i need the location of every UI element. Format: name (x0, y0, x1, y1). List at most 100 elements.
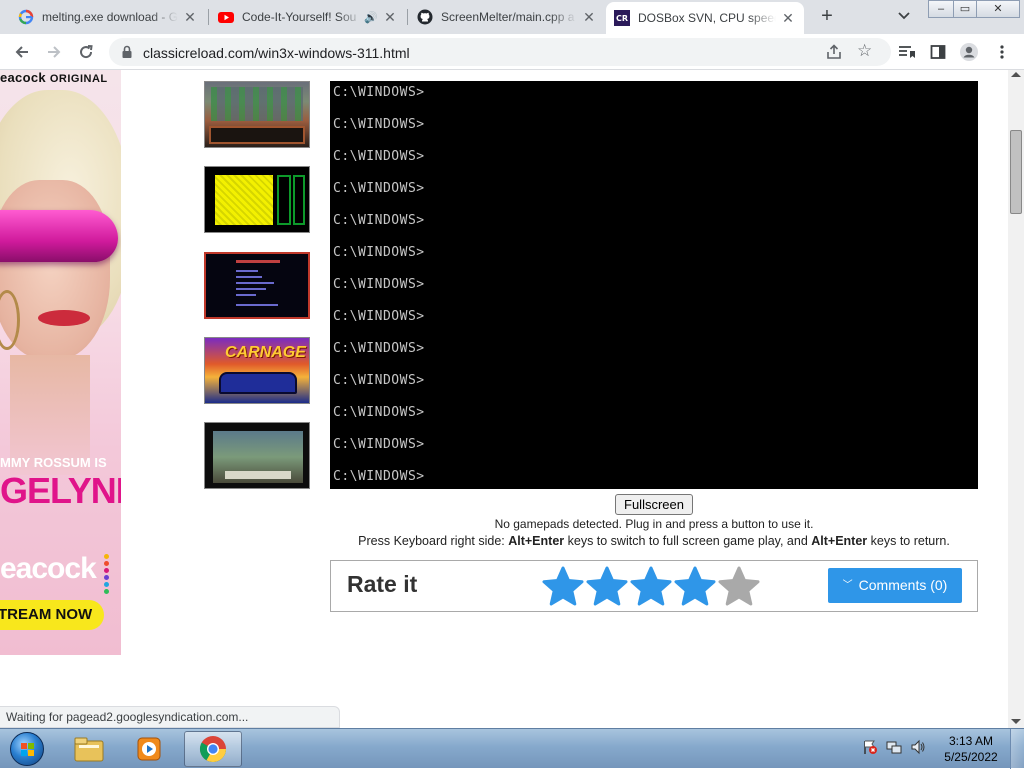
dos-emulator-screen[interactable]: C:\WINDOWS> C:\WINDOWS> C:\WINDOWS> C:\WIND… (330, 81, 978, 489)
game-thumbnail-2[interactable] (204, 166, 310, 233)
arrow-left-icon (15, 46, 28, 58)
page-scrollbar[interactable] (1008, 70, 1024, 728)
taskbar-media-player[interactable] (120, 731, 178, 767)
rating-star-icon[interactable] (541, 565, 585, 609)
rating-star-icon[interactable] (629, 565, 673, 609)
share-icon[interactable] (825, 43, 843, 61)
url-text[interactable]: classicreload.com/win3x-windows-311.html (143, 45, 410, 61)
tab-dosbox[interactable]: CR DOSBox SVN, CPU speed ✕ (606, 2, 804, 34)
show-desktop-button[interactable] (1010, 729, 1024, 769)
back-button[interactable] (10, 40, 34, 64)
chevron-down-icon: ﹀ (842, 580, 853, 591)
network-icon[interactable] (886, 739, 902, 760)
reload-button[interactable] (74, 40, 98, 64)
close-window-button[interactable]: ✕ (976, 0, 1020, 18)
more-vert-icon (1000, 45, 1004, 59)
tab-separator (407, 9, 408, 25)
dos-prompt-line: C:\WINDOWS> (333, 117, 425, 132)
thumbnail-art (236, 260, 280, 263)
keyboard-shortcut: Alt+Enter (811, 534, 868, 548)
thumbnail-art (215, 175, 273, 225)
clock-date: 5/25/2022 (944, 750, 998, 764)
forward-button[interactable] (42, 40, 66, 64)
side-panel-button[interactable] (926, 40, 950, 64)
game-thumbnail-3[interactable] (204, 252, 310, 319)
reading-list-button[interactable] (894, 40, 918, 64)
tab-title: Code-It-Yourself! Sou (242, 10, 357, 24)
ad-stream-now-button[interactable]: TREAM NOW (0, 600, 104, 630)
rating-star-icon[interactable] (717, 565, 761, 609)
media-player-icon (137, 737, 161, 761)
maximize-button[interactable]: ▭ (953, 0, 977, 18)
dos-prompt-line: C:\WINDOWS> (333, 181, 425, 196)
rating-star-icon[interactable] (585, 565, 629, 609)
comments-button[interactable]: ﹀ Comments (0) (828, 568, 962, 603)
ad-logo-dot (104, 561, 109, 566)
web-page: eacock ORIGINAL MMY ROSSUM IS GELYNE eac… (0, 70, 1008, 728)
tab-code-it-yourself[interactable]: Code-It-Yourself! Sou 🔊 ✕ (210, 0, 406, 34)
minimize-button[interactable]: – (928, 0, 954, 18)
game-thumbnail-4[interactable]: CARNAGE (204, 337, 310, 404)
ad-logo-dot (104, 554, 109, 559)
dos-prompt-line: C:\WINDOWS> (333, 341, 425, 356)
dos-prompt-line: C:\WINDOWS> (333, 85, 425, 100)
thumbnail-art (236, 270, 258, 272)
ad-logo-dot (104, 589, 109, 594)
thumbnail-art (236, 276, 262, 278)
bookmark-star-icon[interactable]: ☆ (857, 41, 872, 61)
address-bar[interactable]: classicreload.com/win3x-windows-311.html… (109, 38, 891, 66)
menu-button[interactable] (990, 40, 1014, 64)
thumbnail-logo: CARNAGE (225, 344, 306, 361)
scroll-down-arrow-icon[interactable] (1011, 719, 1021, 724)
avatar-icon (960, 43, 978, 61)
status-bubble: Waiting for pagead2.googlesyndication.co… (0, 706, 340, 728)
close-tab-icon[interactable]: ✕ (581, 9, 597, 25)
lock-icon[interactable] (119, 44, 135, 60)
volume-icon[interactable] (910, 739, 926, 760)
close-tab-icon[interactable]: ✕ (382, 9, 398, 25)
close-tab-icon[interactable]: ✕ (182, 9, 198, 25)
ad-logo-dot (104, 575, 109, 580)
speaker-icon[interactable]: 🔊 (364, 11, 378, 24)
advertisement-banner[interactable]: eacock ORIGINAL MMY ROSSUM IS GELYNE eac… (0, 70, 121, 655)
taskbar-chrome[interactable] (184, 731, 242, 767)
windows-taskbar: 3:13 AM 5/25/2022 (0, 728, 1024, 769)
keyboard-note-text: keys to switch to full screen game play,… (564, 534, 812, 548)
tab-strip: melting.exe download - G ✕ Code-It-Yours… (0, 0, 1024, 34)
rating-star-icon[interactable] (673, 565, 717, 609)
chevron-down-icon (898, 12, 910, 20)
profile-button[interactable] (957, 40, 981, 64)
scrollbar-thumb[interactable] (1010, 130, 1022, 214)
ad-logo-dot (104, 582, 109, 587)
tab-separator (208, 9, 209, 25)
thumbnail-art (236, 282, 274, 284)
taskbar-clock[interactable]: 3:13 AM 5/25/2022 (936, 733, 1006, 765)
reading-list-icon (899, 46, 915, 58)
new-tab-button[interactable]: + (815, 5, 839, 29)
dos-prompt-line: C:\WINDOWS> (333, 277, 425, 292)
game-thumbnail-1[interactable] (204, 81, 310, 148)
ad-star-name: MMY ROSSUM IS (0, 455, 107, 470)
tab-title: DOSBox SVN, CPU speed (638, 11, 776, 25)
taskbar-explorer[interactable] (60, 731, 118, 767)
rating-stars (541, 565, 761, 609)
action-center-flag-icon[interactable] (862, 739, 878, 760)
game-thumbnail-5[interactable] (204, 422, 310, 489)
ad-image-lips (38, 310, 90, 326)
close-tab-icon[interactable]: ✕ (780, 10, 796, 26)
dos-prompt-line: C:\WINDOWS> (333, 245, 425, 260)
thumbnail-art (225, 471, 291, 479)
tab-melting[interactable]: melting.exe download - G ✕ (10, 0, 206, 34)
dos-prompt-line: C:\WINDOWS> (333, 149, 425, 164)
start-button[interactable] (4, 729, 50, 769)
tab-search-button[interactable] (894, 8, 914, 26)
tab-screenmelter[interactable]: ScreenMelter/main.cpp a ✕ (409, 0, 605, 34)
keyboard-note: Press Keyboard right side: Alt+Enter key… (330, 534, 978, 548)
thumbnail-art (293, 175, 305, 225)
comments-label: Comments (0) (858, 577, 948, 593)
ad-show-title: GELYNE (0, 470, 121, 511)
fullscreen-button[interactable]: Fullscreen (615, 494, 693, 515)
side-panel-icon (930, 45, 946, 59)
scroll-up-arrow-icon[interactable] (1011, 72, 1021, 77)
ad-brand: eacock ORIGINAL (0, 70, 108, 85)
